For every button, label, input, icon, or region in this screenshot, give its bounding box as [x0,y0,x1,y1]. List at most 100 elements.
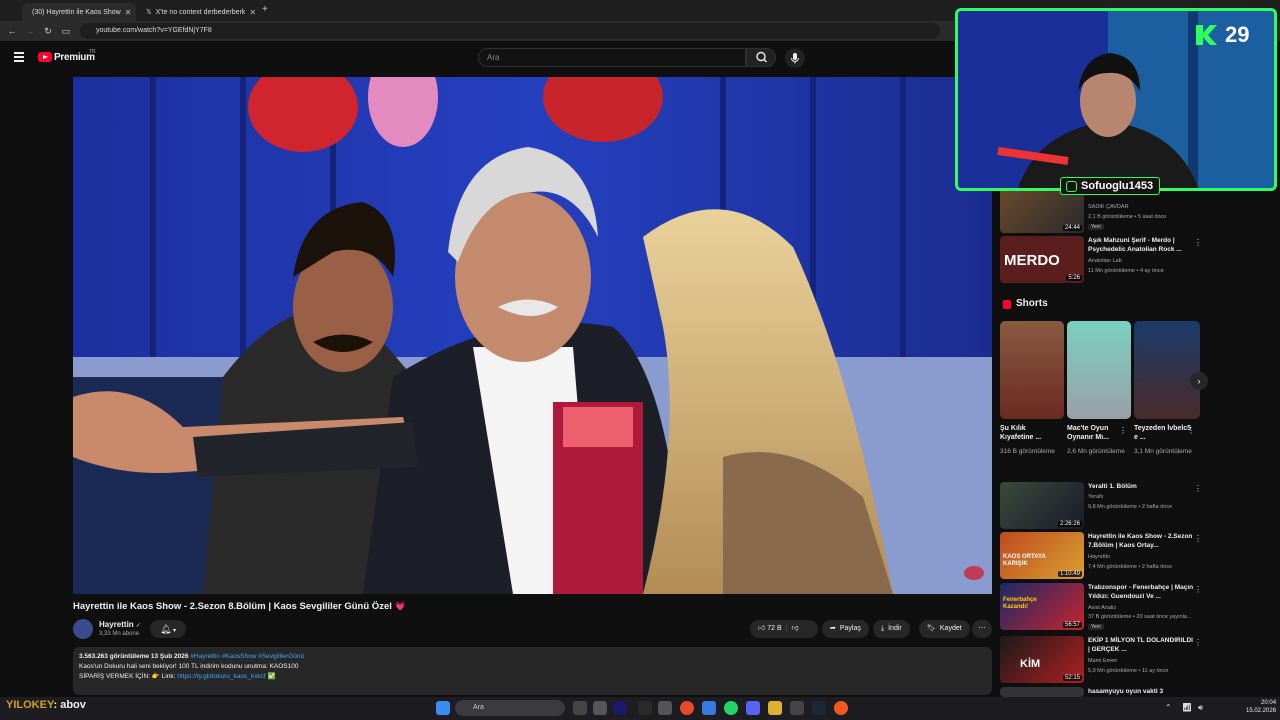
chat-message: YILOKEY: abov [6,699,86,711]
video-title: hasamyuyu oyun vakti 3 [1088,688,1164,695]
views-date: 3.563.263 görüntüleme 13 Şub 2026 [79,653,189,660]
search-input[interactable]: Ara [478,48,746,67]
steam-icon[interactable] [812,701,826,715]
download-button[interactable]: ⤓ İndir [873,620,910,638]
video-frame [73,77,992,594]
short-thumbnail[interactable] [1067,321,1131,419]
clock[interactable]: 20:04 15.02.2026 [1246,699,1276,715]
shorts-icon [1003,300,1011,309]
more-options-icon[interactable]: ⋮ [1194,238,1202,247]
app-icon[interactable] [638,701,652,715]
taskbar-search[interactable]: Ara [455,700,565,716]
volume-icon[interactable]: 🔊︎ [1198,703,1203,713]
reload-icon[interactable]: ↻ [42,25,54,37]
video-title: Hayrettin ile Kaos Show - 2.Sezon 7.Bölü… [1088,533,1193,549]
more-options-icon[interactable]: ⋮ [1187,426,1195,435]
app-icon[interactable] [593,701,607,715]
download-icon: ⤓ [881,625,885,632]
thumbs-up-icon: 👍︎ [758,625,766,632]
more-options-icon[interactable]: ⋮ [1119,426,1127,435]
recommended-video[interactable]: KAOS ORTAYA KARIŞIK 1:10:49 Hayrettin il… [1000,532,1210,582]
short-title[interactable]: Şu Kılık Kıyafetine ... [1000,424,1060,442]
channel-name: Yeraltı [1088,494,1104,500]
app-icon[interactable] [658,701,672,715]
notification-bell-button[interactable]: 🔔︎ ▾ [150,620,186,638]
folder-icon[interactable] [768,701,782,715]
hamburger-menu-icon[interactable] [14,52,24,62]
search-button[interactable] [746,48,776,67]
shorts-heading: Shorts [1016,298,1048,309]
recommended-video[interactable]: KİM 52:15 EKİP 1 MİLYON TL DOLANDIRILDI … [1000,636,1210,686]
video-thumbnail: Fenerbahçe Kazandı! 56:57 [1000,583,1084,630]
description-box[interactable]: 3.563.263 görüntüleme 13 Şub 2026 #Hayre… [73,647,992,695]
video-thumbnail: MERDO 5:26 [1000,236,1084,283]
thumbnail-text: KİM [1020,658,1041,670]
more-options-icon[interactable]: ⋮ [1194,585,1202,594]
premiere-icon[interactable] [613,701,627,715]
microphone-icon [791,53,799,64]
recommended-video[interactable]: 2:26:26 Yeralti 1. Bölüm Yeraltı 9,8 Mn … [1000,482,1210,532]
recommended-video[interactable]: hasamyuyu oyun vakti 3 [1000,687,1210,697]
tray-chevron-icon[interactable]: ⌃ [1165,703,1172,712]
dislike-button[interactable]: 👎︎ [792,620,799,638]
recommended-video[interactable]: MERDO 5:26 Aşık Mahzuni Şerif - Merdo | … [1000,236,1210,286]
chat-text: : abov [53,699,86,711]
save-button[interactable]: 🔖︎ Kaydet [919,620,970,638]
channel-name: SADIK ÇAVDAR [1088,204,1129,210]
order-link[interactable]: https://ty.gl/dokuru_kaos_kxkcf [177,673,265,680]
app-icon[interactable] [834,701,848,715]
tab-label: (30) Hayrettin ile Kaos Show [32,8,121,16]
video-thumbnail: KİM 52:15 [1000,636,1084,683]
forward-icon[interactable]: → [24,25,36,37]
video-thumbnail: KAOS ORTAYA KARIŞIK 1:10:49 [1000,532,1084,579]
like-button[interactable]: 👍︎ 72 B [758,620,782,638]
url-field[interactable]: youtube.com/watch?v=YGEfdNjY7F8 [80,23,940,39]
video-title: Trabzonspor - Fenerbahçe | Maçın Yıldızı… [1088,584,1194,600]
share-button[interactable]: ➦ Paylaş [822,620,869,638]
duration-badge: 2:26:26 [1057,521,1082,527]
voice-search-button[interactable] [785,48,805,68]
hashtags[interactable]: #Hayrettin #KaosShow #SevgililerGünü [190,653,304,660]
tab-youtube[interactable]: (30) Hayrettin ile Kaos Show ✕ [22,3,136,21]
short-title[interactable]: Teyzeden lvbelc5 e ... [1134,424,1194,442]
video-player[interactable] [73,77,992,594]
more-actions-button[interactable]: ⋯ [972,620,992,638]
app-icon[interactable] [790,701,804,715]
network-icon[interactable]: 📶︎ [1182,703,1192,712]
short-thumbnail[interactable] [1000,321,1064,419]
share-icon: ➦ [830,625,836,632]
start-icon[interactable] [436,701,450,715]
more-options-icon[interactable]: ⋮ [1194,484,1202,493]
tab-x[interactable]: 𝕏 X'te no context derbederberk ✕ [140,3,258,21]
channel-watermark-icon [964,566,984,580]
video-meta: 37 B görüntüleme • 20 saat önce yayınla.… [1088,614,1192,620]
cam-counter: 29 [1225,22,1250,47]
new-badge: Yeni [1088,224,1104,230]
channel-name[interactable]: Hayrettin ✓ [99,620,141,629]
short-title[interactable]: Mac'te Oyun Oynanır Mı... [1067,424,1127,442]
task-view-icon[interactable] [573,701,587,715]
video-meta: 2,1 B görüntüleme • 5 saat önce [1088,214,1167,220]
app-icon[interactable] [702,701,716,715]
whatsapp-icon[interactable] [724,701,738,715]
chevron-right-icon[interactable]: › [1190,372,1208,390]
recommended-video[interactable]: Fenerbahçe Kazandı! 56:57 Trabzonspor - … [1000,583,1210,633]
close-tab-icon[interactable]: ✕ [125,8,132,17]
bookmark-icon: 🔖︎ [927,625,936,632]
sidebar-icon[interactable]: ▭ [60,25,72,37]
short-thumbnail[interactable] [1134,321,1200,419]
close-tab-icon[interactable]: ✕ [249,8,256,17]
more-options-icon[interactable]: ⋮ [1194,638,1202,647]
check-icon: ✅ [265,673,276,680]
youtube-logo-icon[interactable] [38,52,52,62]
channel-avatar[interactable] [73,619,93,639]
chrome-icon[interactable] [680,701,694,715]
save-label: Kaydet [939,625,962,632]
new-tab-icon[interactable]: + [262,4,268,15]
more-options-icon[interactable]: ⋮ [1194,534,1202,543]
back-icon[interactable]: ← [6,25,18,37]
share-label: Paylaş [839,625,861,632]
duration-badge: 56:57 [1062,622,1082,628]
brand-country: TR [89,49,96,55]
discord-icon[interactable] [746,701,760,715]
